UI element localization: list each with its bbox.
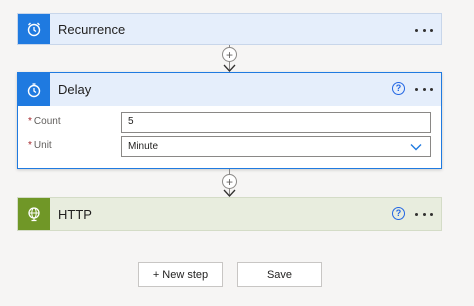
alarm-clock-icon [18, 14, 50, 44]
recurrence-more-button[interactable] [415, 22, 433, 38]
http-header[interactable]: HTTP ? [18, 198, 441, 230]
recurrence-card[interactable]: Recurrence [17, 13, 442, 45]
globe-icon [18, 198, 50, 230]
insert-step-button[interactable]: + [222, 174, 237, 189]
unit-field-row: * Unit Minute [18, 136, 441, 157]
required-mark: * [28, 116, 32, 127]
http-more-button[interactable] [415, 206, 433, 222]
save-button[interactable]: Save [237, 262, 322, 287]
count-label: * Count [28, 116, 61, 127]
dot [422, 212, 426, 216]
recurrence-title: Recurrence [58, 21, 126, 37]
arrow-down-icon [223, 64, 236, 72]
dot [430, 28, 433, 32]
new-step-button[interactable]: + New step [138, 262, 223, 287]
required-mark: * [28, 140, 32, 151]
http-card[interactable]: HTTP ? [17, 197, 442, 231]
unit-select[interactable]: Minute [121, 136, 431, 157]
unit-selected-value: Minute [128, 141, 159, 152]
dot [415, 212, 418, 216]
delay-more-button[interactable] [415, 81, 433, 97]
dot [430, 212, 433, 216]
recurrence-header[interactable]: Recurrence [18, 14, 441, 44]
plus-icon: + [225, 47, 233, 62]
delay-header[interactable]: Delay ? [18, 73, 441, 106]
delay-title: Delay [58, 82, 92, 97]
dot [415, 28, 418, 32]
delay-card[interactable]: Delay ? * Count 5 * Unit Minute [17, 72, 442, 169]
http-title: HTTP [58, 206, 92, 222]
delay-help-icon[interactable]: ? [392, 82, 405, 95]
unit-label-text: Unit [33, 140, 52, 151]
insert-step-button[interactable]: + [222, 47, 237, 62]
dot [422, 28, 426, 32]
http-help-icon[interactable]: ? [392, 207, 405, 220]
chevron-down-icon [410, 143, 422, 150]
dot [430, 87, 433, 91]
count-label-text: Count [33, 116, 61, 127]
arrow-down-icon [223, 189, 236, 197]
plus-icon: + [225, 174, 233, 189]
count-field-row: * Count 5 [18, 112, 441, 133]
dot [422, 87, 426, 91]
count-input[interactable]: 5 [121, 112, 431, 133]
dot [415, 87, 418, 91]
unit-label: * Unit [28, 140, 52, 151]
timer-icon [18, 73, 50, 106]
